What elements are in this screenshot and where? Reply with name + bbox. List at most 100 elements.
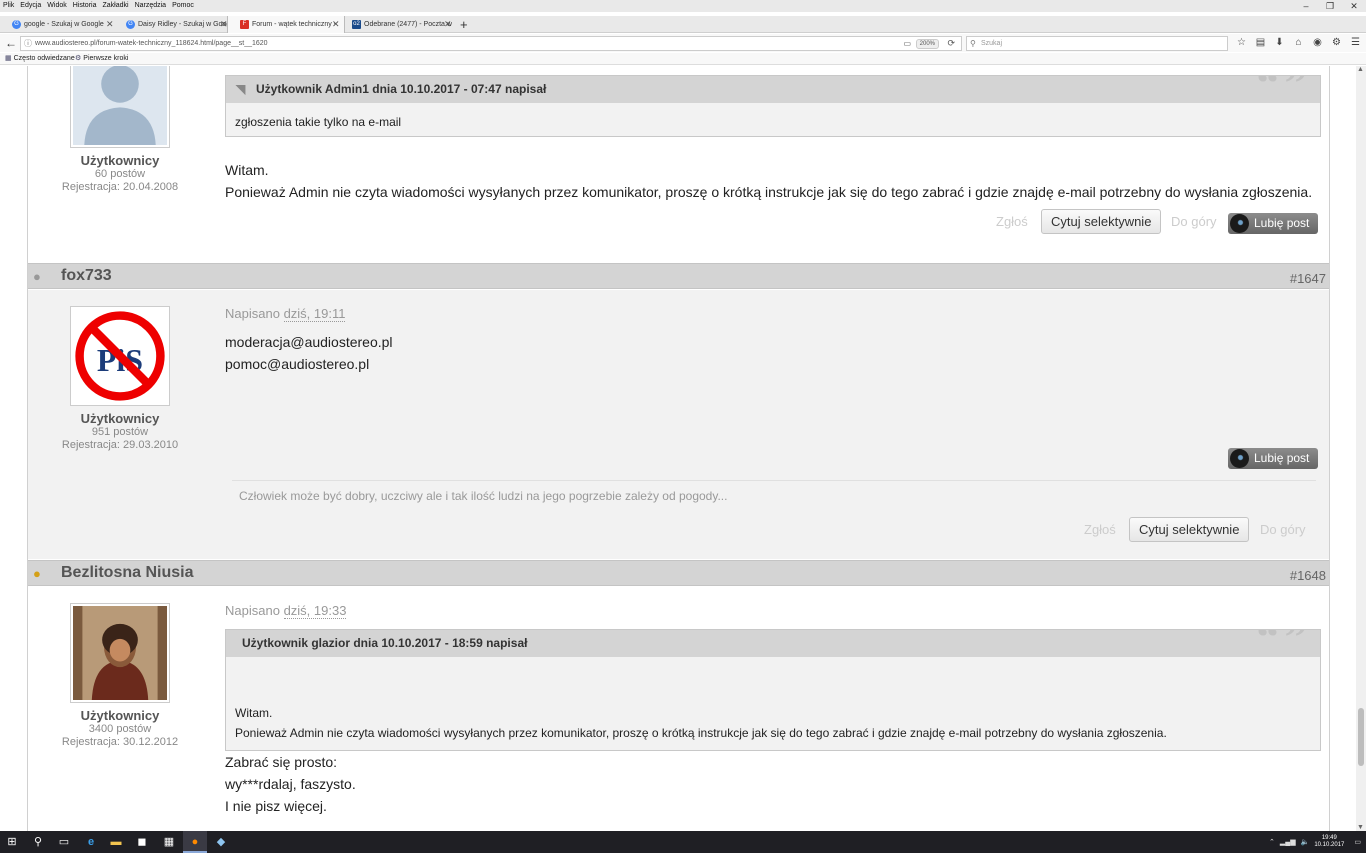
- post-date-value: dziś, 19:11: [283, 306, 346, 322]
- scroll-down-icon[interactable]: ▼: [1357, 824, 1364, 831]
- like-post-button[interactable]: Lubię post: [1228, 448, 1319, 469]
- toolbar-icons: ☆ ▤ ⬇ ⌂ ◉ ⚙ ☰: [1232, 34, 1365, 52]
- quote-block: ◥ Użytkownik Admin1 dnia 10.10.2017 - 07…: [225, 75, 1321, 137]
- reload-icon[interactable]: ⟳: [947, 37, 955, 50]
- extension-icon[interactable]: ⚙: [1327, 34, 1346, 52]
- search-icon: ⚲: [970, 39, 976, 48]
- close-tab-icon[interactable]: ✕: [444, 16, 452, 33]
- tab-google-search[interactable]: G google - Szukaj w Google ✕: [0, 16, 118, 33]
- network-icon[interactable]: ▂▄▆: [1280, 838, 1296, 846]
- store-icon[interactable]: ◼: [130, 831, 154, 853]
- calculator-icon[interactable]: ▦: [157, 831, 181, 853]
- bookmark-star-icon[interactable]: ☆: [1232, 34, 1251, 52]
- quote-arrow-icon: ◥: [236, 82, 246, 96]
- reader-view-icon[interactable]: ▭: [903, 37, 911, 50]
- like-disc-icon: [1230, 449, 1249, 468]
- post-body: Witam. Ponieważ Admin nie czyta wiadomoś…: [225, 162, 1313, 200]
- quote-header: ◥ Użytkownik Admin1 dnia 10.10.2017 - 07…: [226, 75, 1320, 110]
- menu-help[interactable]: Pomoc: [172, 0, 194, 12]
- username[interactable]: Bezlitosna Niusia: [61, 564, 193, 582]
- quote-header: Użytkownik glazior dnia 10.10.2017 - 18:…: [226, 630, 1320, 662]
- start-icon[interactable]: ⊞: [0, 831, 24, 853]
- back-to-top-link[interactable]: Do góry: [1171, 214, 1217, 229]
- registration-date: Rejestracja: 20.04.2008: [61, 181, 179, 193]
- search-icon[interactable]: ⚲: [26, 831, 50, 853]
- like-disc-icon: [1230, 214, 1249, 233]
- volume-icon[interactable]: 🔈: [1301, 838, 1310, 846]
- library-icon[interactable]: ▤: [1251, 34, 1270, 52]
- user-online-icon: ●: [33, 566, 41, 581]
- new-tab-button[interactable]: +: [460, 16, 468, 33]
- back-to-top-link[interactable]: Do góry: [1260, 522, 1306, 537]
- url-text: www.audiostereo.pl/forum-watek-techniczn…: [35, 40, 268, 47]
- google-icon: G: [126, 20, 135, 29]
- quote-selective-button[interactable]: Cytuj selektywnie: [1129, 517, 1250, 542]
- close-window-button[interactable]: ✕: [1342, 0, 1366, 12]
- search-input[interactable]: ⚲ Szukaj: [966, 36, 1228, 51]
- bookmark-getting-started[interactable]: ⚙ Pierwsze kroki: [75, 53, 128, 65]
- tab-mail[interactable]: o2 Odebrane (2477) - Poczta w ✕: [340, 16, 458, 33]
- post-date: Napisano dziś, 19:33: [225, 603, 347, 619]
- firefox-icon[interactable]: ●: [183, 831, 207, 853]
- scrollbar-thumb[interactable]: [1358, 708, 1364, 766]
- menu-bar: Plik Edycja Widok Historia Zakładki Narz…: [0, 0, 1366, 12]
- default-avatar[interactable]: [70, 66, 170, 148]
- post-author-sidebar: Użytkownicy 3400 postów Rejestracja: 30.…: [30, 603, 210, 749]
- post-header: ● Bezlitosna Niusia #1648: [28, 560, 1329, 586]
- menu-file[interactable]: Plik: [3, 0, 14, 12]
- user-avatar-no-pis[interactable]: PiS: [70, 306, 170, 406]
- search-placeholder: Szukaj: [981, 40, 1003, 47]
- username[interactable]: fox733: [61, 267, 112, 285]
- post-body: Zabrać się prosto: wy***rdalaj, faszysto…: [225, 754, 356, 814]
- back-icon[interactable]: ←: [5, 36, 17, 50]
- tray-chevron-icon[interactable]: ⌃: [1269, 838, 1275, 846]
- post-date-value: dziś, 19:33: [283, 603, 347, 619]
- minimize-button[interactable]: –: [1294, 0, 1318, 12]
- home-icon[interactable]: ⌂: [1289, 34, 1308, 52]
- downloads-icon[interactable]: ⬇: [1270, 34, 1289, 52]
- report-link[interactable]: Zgłoś: [1084, 522, 1116, 537]
- report-link[interactable]: Zgłoś: [996, 214, 1028, 229]
- mail-favicon-icon: o2: [352, 20, 361, 29]
- maximize-button[interactable]: ❐: [1318, 0, 1342, 12]
- tab-forum[interactable]: F Forum - wątek techniczny - ✕: [227, 16, 345, 33]
- hamburger-menu-icon[interactable]: ☰: [1346, 34, 1365, 52]
- menu-view[interactable]: Widok: [47, 0, 66, 12]
- pocket-icon[interactable]: ◉: [1308, 34, 1327, 52]
- quote-selective-button[interactable]: Cytuj selektywnie: [1041, 209, 1162, 234]
- clock[interactable]: 19:49 10.10.2017: [1314, 835, 1344, 849]
- menu-edit[interactable]: Edycja: [20, 0, 41, 12]
- file-explorer-icon[interactable]: ▬: [104, 831, 128, 853]
- url-bar[interactable]: ⓘ www.audiostereo.pl/forum-watek-technic…: [20, 36, 962, 51]
- user-avatar-painting[interactable]: [70, 603, 170, 703]
- menu-tools[interactable]: Narzędzia: [135, 0, 167, 12]
- like-post-button[interactable]: Lubię post: [1228, 213, 1319, 234]
- signature-divider: [232, 480, 1316, 481]
- zoom-level[interactable]: 200%: [915, 39, 939, 49]
- edge-icon[interactable]: e: [79, 831, 103, 853]
- bookmarks-bar: ▦ Często odwiedzane ⚙ Pierwsze kroki: [0, 53, 1366, 65]
- user-group: Użytkownicy: [80, 708, 160, 723]
- forum-thread: Użytkownicy 60 postów Rejestracja: 20.04…: [27, 66, 1330, 831]
- post-author-sidebar: PiS Użytkownicy 951 postów Rejestracja: …: [30, 306, 210, 452]
- close-tab-icon[interactable]: ✕: [106, 16, 114, 33]
- page-scrollbar[interactable]: ▲ ▼: [1356, 66, 1366, 831]
- task-view-icon[interactable]: ▭: [52, 831, 76, 853]
- menu-bookmarks[interactable]: Zakładki: [102, 0, 128, 12]
- quote-block: Użytkownik glazior dnia 10.10.2017 - 18:…: [225, 629, 1321, 751]
- bookmark-frequent[interactable]: ▦ Często odwiedzane: [5, 53, 75, 65]
- menu-history[interactable]: Historia: [73, 0, 97, 12]
- tab-bar: G google - Szukaj w Google ✕ G Daisy Rid…: [0, 16, 1366, 33]
- close-tab-icon[interactable]: ✕: [332, 16, 340, 33]
- app-icon[interactable]: ◆: [209, 831, 233, 853]
- quote-body: zgłoszenia takie tylko na e-mail: [235, 115, 402, 129]
- quote-mark-icon: “ ”: [1254, 75, 1306, 110]
- info-icon[interactable]: ⓘ: [24, 37, 32, 50]
- post-number[interactable]: #1647: [1290, 271, 1326, 286]
- registration-date: Rejestracja: 30.12.2012: [61, 736, 179, 748]
- signature: Człowiek może być dobry, uczciwy ale i t…: [239, 489, 728, 503]
- notifications-icon[interactable]: ▭: [1354, 838, 1361, 846]
- scroll-up-icon[interactable]: ▲: [1357, 66, 1364, 73]
- post-number[interactable]: #1648: [1290, 568, 1326, 583]
- tab-daisy-ridley[interactable]: G Daisy Ridley - Szukaj w Goog ✕: [114, 16, 232, 33]
